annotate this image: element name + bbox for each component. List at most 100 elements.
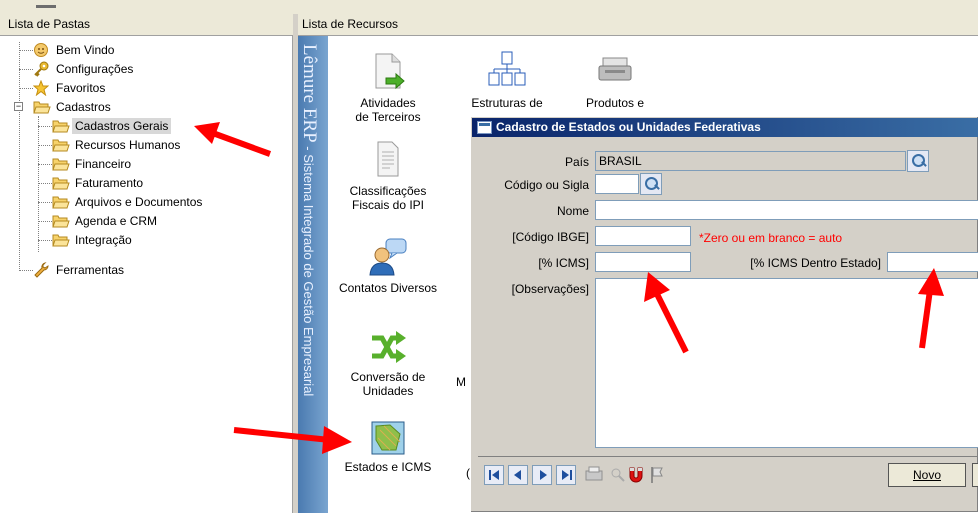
tree-item-cadastros-gerais[interactable]: Cadastros Gerais [52,116,172,135]
folder-list-header: Lista de Pastas [0,14,293,36]
magnet-icon[interactable] [626,465,646,485]
wrench-icon [33,261,51,278]
nome-label: Nome [556,204,589,218]
tree-line [38,145,52,146]
tree-item-label: Recursos Humanos [75,137,181,152]
tree-line [19,50,33,51]
tree-line [38,221,52,222]
ibge-hint: *Zero ou em branco = auto [699,231,843,245]
tree-item-label: Financeiro [75,156,132,171]
tree-line [38,183,52,184]
novo-button[interactable]: Novo [888,463,966,487]
tree-line [38,240,52,241]
cadastro-estados-dialog: Cadastro de Estados ou Unidades Federati… [470,116,978,513]
resource-label: Contatos Diversos [338,281,438,295]
tree-item-label: Arquivos e Documentos [75,194,203,209]
tree-line [38,116,39,252]
observacoes-textarea[interactable] [595,278,978,448]
resource-estados-e-icms[interactable]: Estados e ICMS [333,420,443,474]
print-icon[interactable] [584,465,604,485]
tree-item-label: Favoritos [56,80,106,95]
tree-item-bem-vindo[interactable]: Bem Vindo [33,40,117,59]
tree-item-label: Integração [75,232,132,247]
resource-atividades-de-terceiros[interactable]: Atividades de Terceiros [333,52,443,124]
icms-dentro-estado-field[interactable] [887,252,978,272]
folder-tree: − Bem Vindo Configurações Favoritos Cada… [0,36,293,513]
collapse-toggle[interactable]: − [14,102,23,111]
tree-line [19,270,33,271]
resource-label-partial[interactable]: M [456,375,466,389]
resource-contatos-diversos[interactable]: Contatos Diversos [333,237,443,295]
folder-icon [52,232,70,248]
observacoes-label: [Observações] [511,282,589,296]
next-record-button[interactable] [532,465,552,485]
contacts-icon [369,238,407,276]
tree-line [19,88,33,89]
first-record-button[interactable] [484,465,504,485]
codigo-field[interactable] [595,174,639,194]
icms-dentro-estado-label: [% ICMS Dentro Estado] [750,256,881,270]
resource-list-header: Lista de Recursos [298,14,978,36]
banner-brand: Lêmure ERP [299,44,320,143]
tree-item-faturamento[interactable]: Faturamento [52,173,146,192]
resource-classificacoes-fiscais[interactable]: Classificações Fiscais do IPI [333,140,443,212]
resource-produtos-e[interactable]: Produtos e [560,54,670,110]
star-icon [32,79,51,96]
top-strip [0,0,978,14]
codigo-search-icon[interactable] [640,173,662,195]
tree-item-label: Agenda e CRM [75,213,158,228]
tree-item-configuracoes[interactable]: Configurações [33,59,136,78]
previous-record-button[interactable] [508,465,528,485]
tree-item-label: Bem Vindo [56,42,115,57]
org-chart-icon [488,51,526,86]
tree-line [19,69,33,70]
tree-line [19,42,20,271]
icms-field[interactable] [595,252,691,272]
tree-item-financeiro[interactable]: Financeiro [52,154,134,173]
last-record-button[interactable] [556,465,576,485]
tree-item-arquivos-e-documentos[interactable]: Arquivos e Documentos [52,192,205,211]
window-icon [477,121,492,134]
tree-item-label: Cadastros [56,99,111,114]
dialog-title: Cadastro de Estados ou Unidades Federati… [496,120,761,134]
resource-conversao-de-unidades[interactable]: Conversão de Unidades [333,330,443,398]
tree-line [38,202,52,203]
resource-label: Classificações Fiscais do IPI [349,184,427,212]
resource-estruturas-de[interactable]: Estruturas de [452,50,562,110]
tree-item-agenda-e-crm[interactable]: Agenda e CRM [52,211,160,230]
shuffle-arrows-icon [372,331,406,363]
folder-icon [52,118,70,134]
tree-line [38,164,52,165]
ibge-field[interactable] [595,226,691,246]
tree-item-ferramentas[interactable]: Ferramentas [33,260,127,279]
dialog-title-bar[interactable]: Cadastro de Estados ou Unidades Federati… [472,118,978,137]
tree-item-label: Configurações [56,61,134,76]
tree-item-favoritos[interactable]: Favoritos [32,78,108,97]
tree-item-label: Cadastros Gerais [72,117,172,134]
banner-text: - Sistema Integrado de Gestão Empresaria… [301,142,316,397]
printer-icon [598,57,632,81]
pais-label: País [564,155,589,169]
folder-icon [52,194,70,210]
open-folder-icon [33,99,51,115]
novo-button-label: Novo [912,468,941,482]
tree-item-integracao[interactable]: Integração [52,230,135,249]
tree-item-recursos-humanos[interactable]: Recursos Humanos [52,135,183,154]
next-button-partial[interactable] [972,463,978,487]
flag-icon[interactable] [648,465,668,485]
tree-item-label: Faturamento [75,175,144,190]
resource-label: Atividades de Terceiros [355,96,421,124]
record-navigator: Novo [478,456,978,490]
resource-label: Estados e ICMS [344,460,432,474]
erp-side-banner: Lêmure ERP - Sistema Integrado de Gestão… [298,36,328,513]
pais-search-icon[interactable] [907,150,929,172]
pais-field[interactable]: BRASIL [595,151,906,171]
ibge-label: [Código IBGE] [512,230,589,244]
search-record-icon[interactable] [608,465,628,485]
welcome-icon [33,42,51,58]
tree-item-cadastros[interactable]: Cadastros [33,97,114,116]
icms-label: [% ICMS] [538,256,589,270]
nome-field[interactable] [595,200,978,220]
codigo-label: Código ou Sigla [504,178,589,192]
tree-item-label: Ferramentas [56,262,125,277]
